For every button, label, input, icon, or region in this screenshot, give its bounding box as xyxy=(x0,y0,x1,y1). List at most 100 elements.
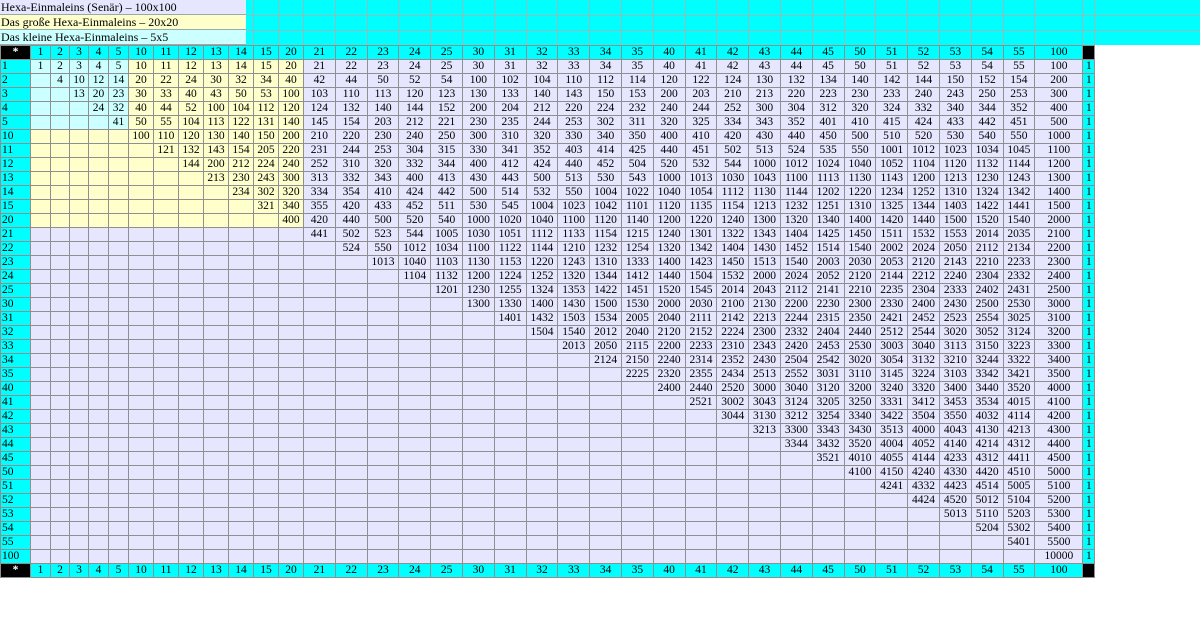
right-cut-cell: 1 xyxy=(1082,185,1096,200)
table-cell: 1441 xyxy=(1002,199,1036,214)
table-cell: 20 xyxy=(88,87,109,102)
table-cell xyxy=(493,549,527,564)
table-cell xyxy=(430,409,463,424)
table-cell xyxy=(128,479,154,494)
table-cell: 1052 xyxy=(875,157,909,172)
table-cell: 132 xyxy=(334,101,368,116)
band-gridline xyxy=(246,15,1200,16)
table-cell xyxy=(907,535,940,550)
table-cell xyxy=(178,465,204,480)
table-cell: 532 xyxy=(684,157,718,172)
header-col-4: 4 xyxy=(88,45,109,60)
table-cell: 401 xyxy=(811,115,845,130)
header-col-100: 100 xyxy=(1034,45,1084,60)
table-cell: 2513 xyxy=(748,367,781,382)
table-cell: 1135 xyxy=(684,199,718,214)
table-cell xyxy=(620,535,654,550)
table-cell xyxy=(398,381,432,396)
table-cell: 1140 xyxy=(620,213,654,228)
table-cell: 4000 xyxy=(1034,381,1084,396)
table-cell: 30 xyxy=(128,87,154,102)
table-cell xyxy=(228,423,254,438)
table-cell: 40 xyxy=(178,87,204,102)
band-gridline xyxy=(493,0,495,45)
right-cut-cell: 1 xyxy=(1082,507,1096,522)
table-cell xyxy=(461,395,495,410)
table-cell xyxy=(334,549,368,564)
table-row: 53 5013 5110 5203 5300 1 xyxy=(0,507,1096,522)
right-cut-cell: 1 xyxy=(1082,479,1096,494)
table-cell: 2000 xyxy=(748,269,781,284)
table-cell: 2120 xyxy=(652,325,686,340)
table-cell xyxy=(50,255,70,270)
table-cell: 1403 xyxy=(938,199,972,214)
table-cell: 313 xyxy=(303,171,336,186)
table-cell: 35 xyxy=(620,59,654,74)
table-cell xyxy=(153,493,179,508)
table-cell: 51 xyxy=(875,59,909,74)
table-cell xyxy=(334,521,368,536)
table-cell xyxy=(88,143,109,158)
table-cell xyxy=(128,339,154,354)
table-cell: 2233 xyxy=(684,339,718,354)
table-cell: 304 xyxy=(779,101,813,116)
table-cell xyxy=(128,507,154,522)
table-cell xyxy=(557,465,591,480)
footer-col-13: 13 xyxy=(203,563,229,578)
table-cell xyxy=(128,353,154,368)
table-cell xyxy=(50,101,70,116)
table-cell xyxy=(303,339,336,354)
table-cell: 130 xyxy=(461,87,495,102)
table-cell: 213 xyxy=(203,171,229,186)
table-cell: 530 xyxy=(938,129,972,144)
table-cell xyxy=(366,437,400,452)
table-cell xyxy=(128,521,154,536)
table-cell xyxy=(366,451,400,466)
table-cell xyxy=(652,451,686,466)
table-cell xyxy=(253,521,279,536)
table-cell: 3052 xyxy=(970,325,1004,340)
table-row: 54 5204 5302 5400 1 xyxy=(0,521,1096,536)
table-cell: 2434 xyxy=(716,367,750,382)
table-cell xyxy=(334,297,368,312)
table-row: 34 2124 2150 2240 2314 2352 2430 2504 2542 3020 30… xyxy=(0,353,1096,368)
table-cell xyxy=(334,395,368,410)
table-cell xyxy=(525,535,559,550)
table-cell xyxy=(128,493,154,508)
table-cell: 544 xyxy=(398,227,432,242)
table-cell: 240 xyxy=(398,129,432,144)
table-cell: 110 xyxy=(334,87,368,102)
table-cell: 3040 xyxy=(779,381,813,396)
table-cell: 144 xyxy=(907,73,940,88)
table-cell xyxy=(461,507,495,522)
table-cell xyxy=(620,409,654,424)
table-cell xyxy=(228,451,254,466)
table-cell: 1540 xyxy=(557,325,591,340)
table-cell xyxy=(843,521,877,536)
table-row: 12 144 200 212 224 240 252 310 320 332 344 400 412 42… xyxy=(0,157,1096,172)
table-cell: 1232 xyxy=(589,241,622,256)
table-cell: 1320 xyxy=(779,213,813,228)
table-cell xyxy=(128,465,154,480)
table-cell: 3223 xyxy=(1002,339,1036,354)
table-cell: 400 xyxy=(278,213,304,228)
table-cell: 330 xyxy=(461,143,495,158)
band-gridline xyxy=(684,0,686,45)
table-cell xyxy=(228,367,254,382)
table-cell xyxy=(128,255,154,270)
table-cell: 511 xyxy=(430,199,463,214)
table-cell: 513 xyxy=(748,143,781,158)
table-cell: 1252 xyxy=(907,185,940,200)
table-cell xyxy=(69,185,89,200)
table-row: 55 5401 5500 1 xyxy=(0,535,1096,550)
table-cell: 4144 xyxy=(907,451,940,466)
table-cell: 520 xyxy=(652,157,686,172)
right-cut-cell: 1 xyxy=(1082,325,1096,340)
table-cell: 550 xyxy=(366,241,400,256)
table-cell: 52 xyxy=(178,101,204,116)
table-cell: 420 xyxy=(303,213,336,228)
footer-col-23: 23 xyxy=(366,563,400,578)
table-cell: 2421 xyxy=(875,311,909,326)
table-cell: 320 xyxy=(652,115,686,130)
table-cell xyxy=(203,367,229,382)
